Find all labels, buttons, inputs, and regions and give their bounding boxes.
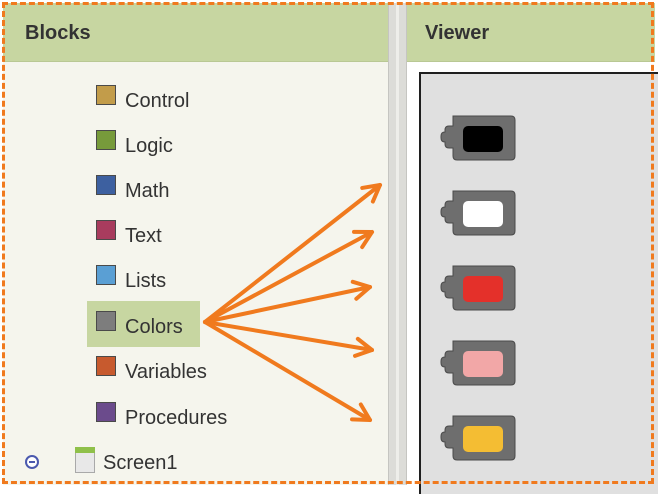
annotation-arrow-2 (203, 230, 374, 324)
app-frame: Blocks Control Logic Math Text Lists Col… (0, 0, 658, 494)
annotation-arrows (203, 183, 382, 422)
